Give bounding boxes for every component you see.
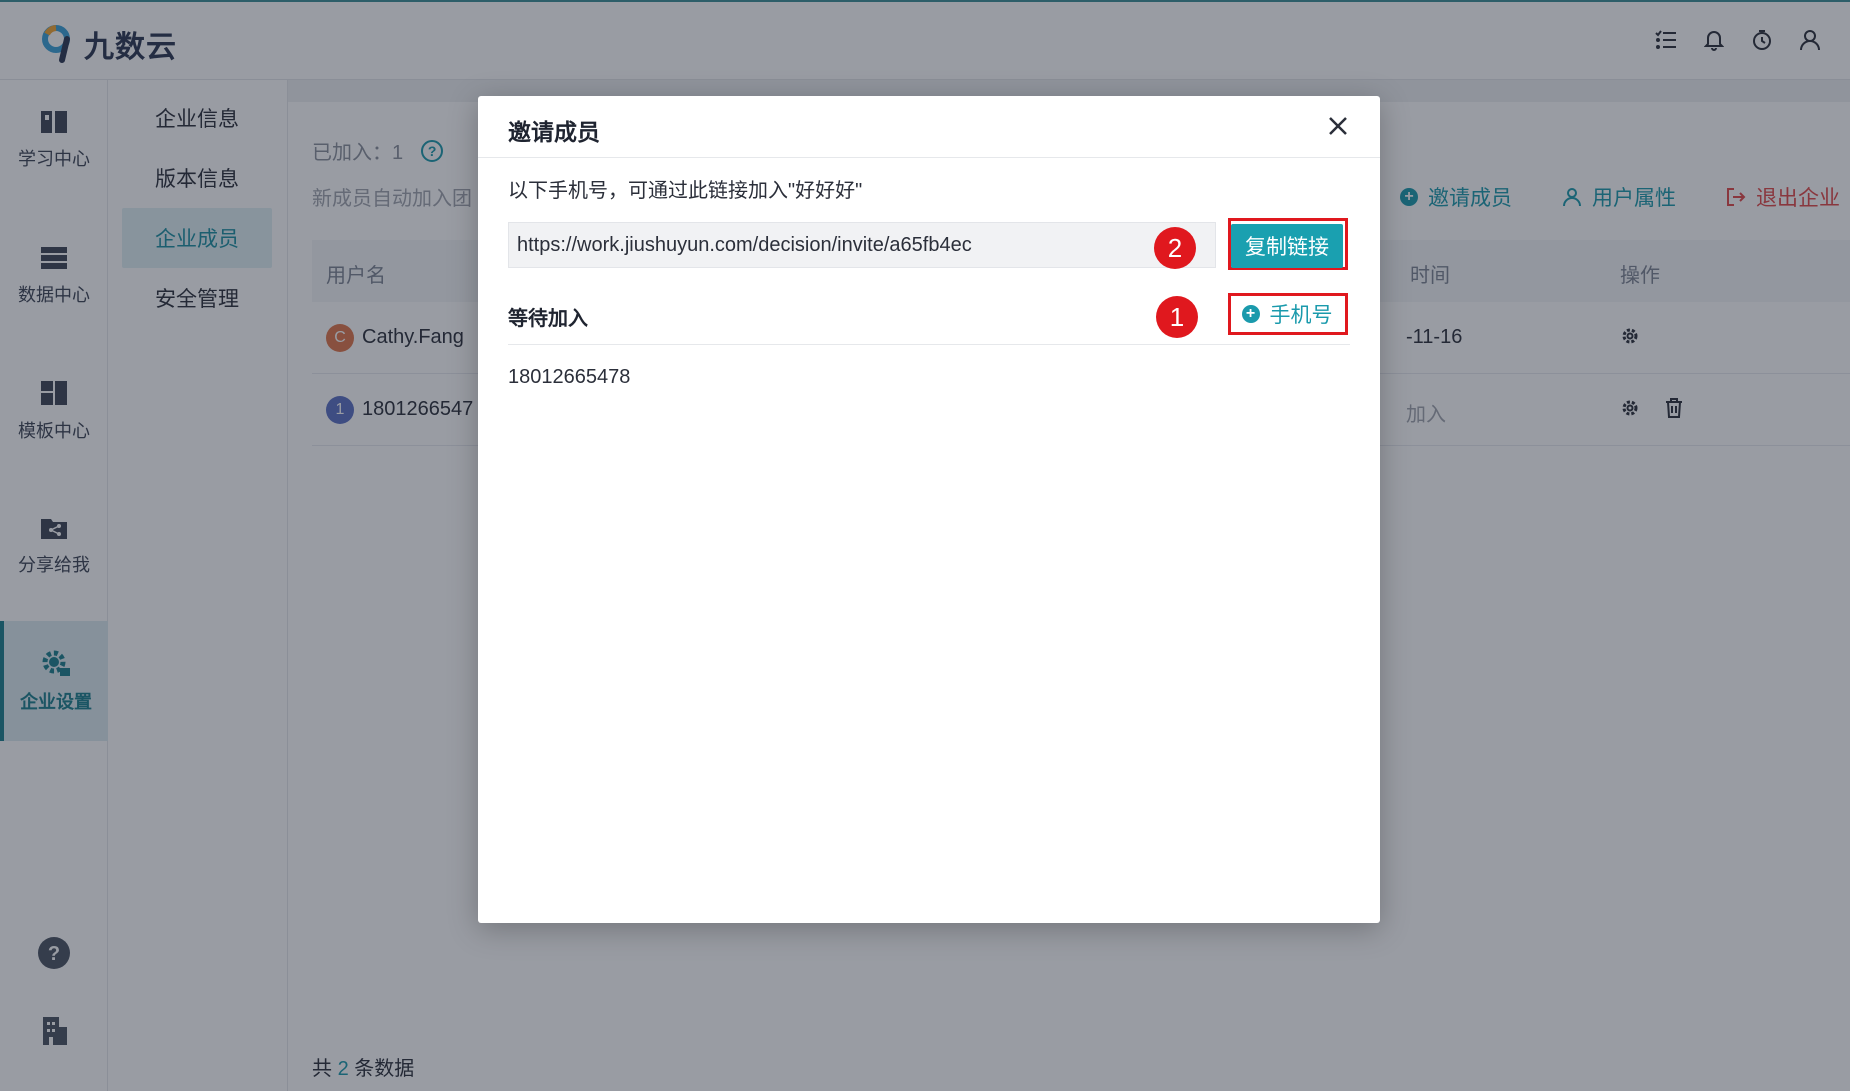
- invite-link-text: https://work.jiushuyun.com/decision/invi…: [517, 233, 972, 256]
- waiting-phone-item: 18012665478: [508, 366, 631, 388]
- step-badge-1: 1: [1156, 296, 1198, 338]
- invite-link-field[interactable]: https://work.jiushuyun.com/decision/invi…: [508, 222, 1216, 268]
- close-button[interactable]: [1324, 112, 1352, 140]
- waiting-section-title: 等待加入: [508, 308, 588, 330]
- dialog-title: 邀请成员: [508, 119, 600, 145]
- invite-member-dialog: 邀请成员 以下手机号，可通过此链接加入"好好好" https://work.ji…: [478, 96, 1380, 923]
- add-phone-button[interactable]: + 手机号: [1234, 298, 1340, 330]
- plus-circle-icon: +: [1241, 305, 1260, 323]
- invite-description: 以下手机号，可通过此链接加入"好好好": [508, 180, 863, 202]
- dialog-header: 邀请成员: [478, 96, 1380, 158]
- close-icon: [1329, 117, 1347, 135]
- add-phone-label: 手机号: [1269, 304, 1333, 327]
- section-divider: [508, 344, 1350, 345]
- copy-link-button[interactable]: 复制链接: [1231, 224, 1343, 268]
- step-badge-2: 2: [1154, 227, 1196, 269]
